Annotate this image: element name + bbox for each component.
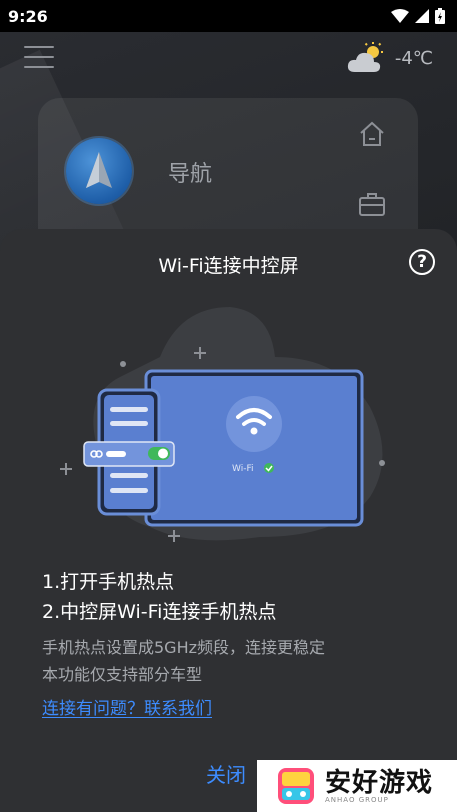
step-2: 2.中控屏Wi-Fi连接手机热点 [42, 601, 277, 623]
cloudy-sun-icon [347, 42, 383, 72]
step-1: 1.打开手机热点 [42, 571, 175, 593]
navigation-label: 导航 [168, 162, 213, 187]
watermark-brand: 安好游戏 [325, 768, 434, 798]
wifi-connect-sheet: Wi-Fi连接中控屏 ? Wi-Fi 1.打开手机热点 2.中控屏Wi-Fi连接… [0, 229, 457, 812]
menu-icon[interactable] [24, 46, 54, 70]
wifi-label: Wi-Fi [232, 464, 253, 474]
contact-us-link[interactable]: 连接有问题？联系我们 [42, 694, 212, 719]
cell-signal-icon [415, 9, 429, 23]
notes: 手机热点设置成5GHz频段，连接更稳定 本功能仅支持部分车型 [42, 634, 325, 688]
sheet-title: Wi-Fi连接中控屏 [158, 255, 299, 277]
note-5ghz: 手机热点设置成5GHz频段，连接更稳定 [42, 638, 326, 657]
watermark: 安好游戏 ANHAO GROUP [257, 760, 457, 812]
briefcase-icon[interactable] [358, 190, 386, 218]
temperature-text: -4℃ [394, 47, 433, 69]
battery-icon [435, 8, 445, 24]
help-icon[interactable]: ? [409, 249, 435, 275]
wifi-connection-illustration: Wi-Fi [60, 307, 385, 542]
status-icons [391, 8, 445, 24]
status-time: 9:26 [8, 6, 48, 26]
navigation-arrow-icon [86, 152, 112, 188]
note-supported-models: 本功能仅支持部分车型 [42, 665, 203, 684]
close-button[interactable]: 关闭 [206, 759, 246, 788]
gamepad-logo-icon [278, 768, 314, 804]
wifi-signal-icon [391, 9, 409, 23]
instruction-steps: 1.打开手机热点 2.中控屏Wi-Fi连接手机热点 [42, 567, 276, 627]
home-icon[interactable] [358, 120, 386, 148]
weather-widget: -4℃ [347, 42, 433, 74]
navigation-logo [66, 138, 132, 204]
status-bar: 9:26 [0, 0, 457, 32]
